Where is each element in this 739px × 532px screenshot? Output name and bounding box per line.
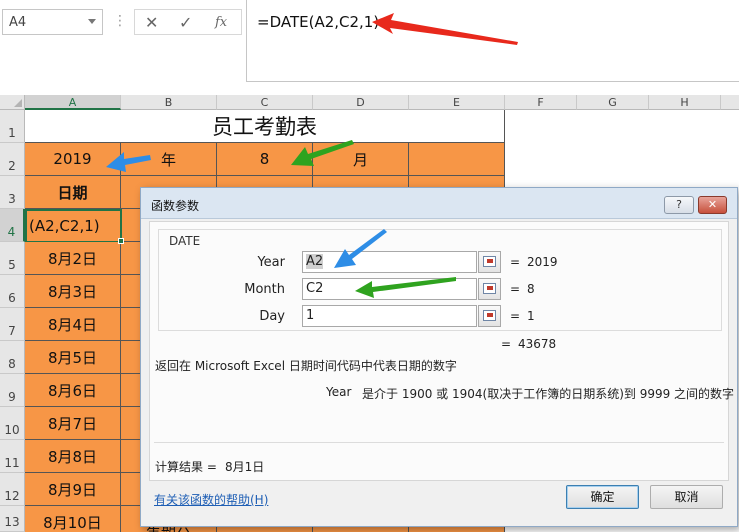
cell-a4-selected[interactable]: (A2,C2,1): [25, 209, 122, 243]
cell-a3-date-header[interactable]: 日期: [25, 176, 121, 209]
function-description: 返回在 Microsoft Excel 日期时间代码中代表日期的数字: [155, 359, 457, 373]
function-name: DATE: [169, 234, 201, 248]
date-cell[interactable]: 8月5日: [25, 341, 121, 374]
enter-check-icon[interactable]: ✓: [179, 13, 192, 32]
date-cell[interactable]: 8月3日: [25, 275, 121, 308]
row-header-3[interactable]: 3: [0, 176, 25, 209]
fill-handle[interactable]: [118, 238, 124, 244]
arg-equals: =: [510, 282, 521, 296]
column-header-next[interactable]: [721, 95, 739, 110]
month-input[interactable]: C2: [302, 278, 477, 300]
calc-result-label: 计算结果 =: [155, 460, 217, 474]
column-header-e[interactable]: E: [409, 95, 505, 110]
row-header-7[interactable]: 7: [0, 308, 25, 341]
formula-bar-area: A4 ⋮ ✕ ✓ fx =DATE(A2,C2,1): [0, 0, 739, 95]
row-header-1[interactable]: 1: [0, 110, 25, 143]
arg-equals: =: [510, 309, 521, 323]
row-header-8[interactable]: 8: [0, 341, 25, 374]
collapse-dialog-day-button[interactable]: [478, 305, 501, 327]
date-cell[interactable]: 8月2日: [25, 242, 121, 275]
arg-label-day: Day: [259, 309, 285, 324]
row-header-13[interactable]: 13: [0, 506, 25, 532]
select-all-icon: [14, 99, 22, 107]
column-header-a[interactable]: A: [25, 95, 121, 110]
arg-description-name: Year: [326, 385, 352, 399]
divider: [154, 442, 724, 443]
column-header-f[interactable]: F: [505, 95, 577, 110]
row-header-11[interactable]: 11: [0, 440, 25, 473]
day-input[interactable]: 1: [302, 305, 477, 327]
row-header-12[interactable]: 12: [0, 473, 25, 506]
row-header-4[interactable]: 4: [0, 209, 25, 242]
insert-function-icon[interactable]: fx: [215, 15, 227, 30]
close-button[interactable]: ✕: [698, 196, 727, 214]
cell-e2[interactable]: [409, 143, 505, 176]
range-select-icon: [483, 283, 496, 294]
year-input-text: A2: [306, 254, 324, 269]
function-result-value: 43678: [518, 337, 557, 351]
date-cell[interactable]: 8月6日: [25, 374, 121, 407]
date-cell[interactable]: 8月7日: [25, 407, 121, 440]
date-cell[interactable]: 8月10日: [25, 506, 121, 532]
row-header-10[interactable]: 10: [0, 407, 25, 440]
cell-b2-year-label[interactable]: 年: [121, 143, 217, 176]
column-header-c[interactable]: C: [217, 95, 313, 110]
cell-c2-month[interactable]: 8: [217, 143, 313, 176]
formula-text[interactable]: =DATE(A2,C2,1): [257, 13, 379, 31]
arg-label-year: Year: [257, 255, 285, 270]
formula-input[interactable]: =DATE(A2,C2,1): [246, 0, 739, 82]
function-args-group: DATE Year A2 = 2019 Month C2 = 8 Day 1 =…: [158, 229, 722, 331]
function-help-link[interactable]: 有关该函数的帮助(H): [154, 491, 268, 508]
dialog-titlebar[interactable]: 函数参数 ? ✕: [141, 188, 737, 219]
function-arguments-dialog: 函数参数 ? ✕ DATE Year A2 = 2019 Month C2 = …: [140, 187, 738, 527]
name-box-value: A4: [9, 15, 27, 30]
date-cell[interactable]: 8月8日: [25, 440, 121, 473]
collapse-dialog-month-button[interactable]: [478, 278, 501, 300]
row-header-5[interactable]: 5: [0, 242, 25, 275]
cancel-entry-icon[interactable]: ✕: [145, 13, 158, 32]
calc-result-value: 8月1日: [225, 460, 265, 474]
column-header-d[interactable]: D: [313, 95, 409, 110]
range-select-icon: [483, 310, 496, 321]
column-header-b[interactable]: B: [121, 95, 217, 110]
collapse-dialog-year-button[interactable]: [478, 251, 501, 273]
arg-value-day: 1: [527, 309, 535, 323]
sheet-title-cell[interactable]: 员工考勤表: [25, 110, 505, 143]
chevron-down-icon[interactable]: [88, 19, 96, 24]
column-header-g[interactable]: G: [577, 95, 649, 110]
arg-equals: =: [510, 255, 521, 269]
cell-a2-year[interactable]: 2019: [25, 143, 121, 176]
date-cell[interactable]: 8月9日: [25, 473, 121, 506]
drag-handle-icon[interactable]: ⋮: [113, 14, 127, 28]
dialog-body: DATE Year A2 = 2019 Month C2 = 8 Day 1 =…: [149, 221, 734, 481]
dialog-title: 函数参数: [151, 199, 200, 213]
select-all-corner[interactable]: [0, 95, 25, 110]
column-header-h[interactable]: H: [649, 95, 721, 110]
date-cell[interactable]: 8月4日: [25, 308, 121, 341]
arg-description: 是介于 1900 或 1904(取决于工作簿的日期系统)到 9999 之间的数字: [362, 387, 735, 401]
year-input[interactable]: A2: [302, 251, 477, 273]
ok-button[interactable]: 确定: [566, 485, 639, 509]
arg-label-month: Month: [244, 282, 285, 297]
cancel-button[interactable]: 取消: [650, 485, 723, 509]
row-header-2[interactable]: 2: [0, 143, 25, 176]
result-equals: =: [501, 337, 512, 351]
range-select-icon: [483, 256, 496, 267]
help-button[interactable]: ?: [664, 196, 694, 214]
row-header-6[interactable]: 6: [0, 275, 25, 308]
cell-d2-month-label[interactable]: 月: [313, 143, 409, 176]
arg-value-month: 8: [527, 282, 535, 296]
arg-value-year: 2019: [527, 255, 558, 269]
formula-buttons: ✕ ✓ fx: [134, 9, 242, 35]
name-box[interactable]: A4: [2, 9, 103, 35]
row-header-9[interactable]: 9: [0, 374, 25, 407]
